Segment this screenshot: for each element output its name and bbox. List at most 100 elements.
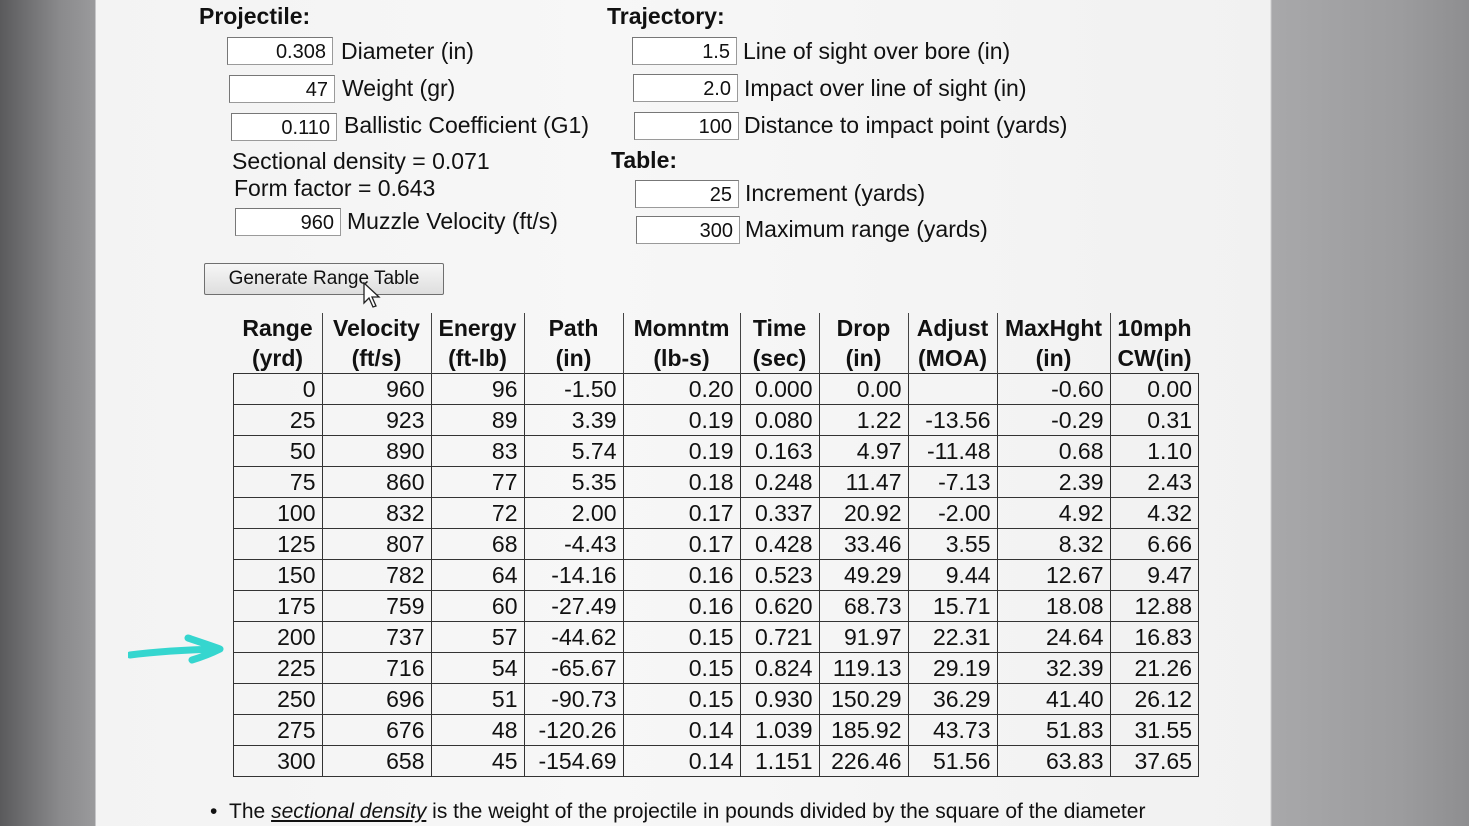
table-cell: 0.17 xyxy=(622,497,741,529)
table-row: 50 890 83 5.74 0.19 0.163 4.97 -11.48 0.68 1.10 xyxy=(233,435,1199,467)
column-header-unit: (lb-s) xyxy=(623,343,741,374)
ballistic-coefficient-input[interactable]: 0.110 xyxy=(231,113,337,141)
weight-input[interactable]: 47 xyxy=(229,75,335,103)
column-header: MaxHght xyxy=(997,313,1111,343)
table-cell: 0.20 xyxy=(622,373,741,405)
table-cell: 0.19 xyxy=(622,404,741,436)
table-cell: -120.26 xyxy=(523,714,624,746)
table-cell: 759 xyxy=(321,590,432,622)
column-header: 10mph xyxy=(1117,315,1192,341)
table-cell: 25 xyxy=(233,404,323,436)
table-cell: 0.930 xyxy=(739,683,820,715)
table-cell: 12.67 xyxy=(996,559,1111,591)
column-header-unit: (in) xyxy=(819,343,909,374)
table-row: 175 759 60 -27.49 0.16 0.620 68.73 15.71 18.08 12… xyxy=(233,590,1199,622)
table-cell: 26.12 xyxy=(1109,683,1199,715)
table-cell: -90.73 xyxy=(523,683,624,715)
table-cell: 49.29 xyxy=(818,559,909,591)
table-cell: -154.69 xyxy=(523,745,624,777)
table-cell: 89 xyxy=(430,404,525,436)
muzzle-velocity-input[interactable]: 960 xyxy=(235,208,341,236)
table-cell: 832 xyxy=(321,497,432,529)
table-row: 0 960 96 -1.50 0.20 0.000 0.00 -0.60 0.00 xyxy=(233,373,1199,405)
table-cell: 21.26 xyxy=(1109,652,1199,684)
generate-range-table-button[interactable]: Generate Range Table xyxy=(204,263,444,295)
table-cell: 275 xyxy=(233,714,323,746)
table-cell: 5.74 xyxy=(523,435,624,467)
table-cell: 0.68 xyxy=(996,435,1111,467)
table-cell: 57 xyxy=(430,621,525,653)
annotation-arrow-icon xyxy=(128,634,224,664)
table-settings-title: Table: xyxy=(611,147,678,173)
table-cell: 68 xyxy=(430,528,525,560)
table-cell: 0.15 xyxy=(622,683,741,715)
form-factor-readout: Form factor = 0.643 xyxy=(234,175,436,201)
table-cell: 60 xyxy=(430,590,525,622)
impact-over-los-input[interactable]: 2.0 xyxy=(633,74,738,102)
table-cell: 150.29 xyxy=(818,683,909,715)
table-cell: 32.39 xyxy=(996,652,1111,684)
table-cell: -7.13 xyxy=(907,466,998,498)
table-cell: 54 xyxy=(430,652,525,684)
table-cell: 0.523 xyxy=(739,559,820,591)
range-table-body: 0 960 96 -1.50 0.20 0.000 0.00 -0.60 0.00 25 923 89… xyxy=(233,373,1199,777)
table-cell: -2.00 xyxy=(907,497,998,529)
projectile-title: Projectile: xyxy=(199,3,311,29)
trajectory-title: Trajectory: xyxy=(607,3,725,29)
muzzle-velocity-label: Muzzle Velocity (ft/s) xyxy=(347,208,558,234)
column-header-unit: CW(in) xyxy=(1117,345,1192,371)
los-over-bore-input[interactable]: 1.5 xyxy=(632,37,737,65)
table-cell: 64 xyxy=(430,559,525,591)
table-cell: 696 xyxy=(321,683,432,715)
column-header-unit: (ft/s) xyxy=(322,343,432,374)
table-cell: 41.40 xyxy=(996,683,1111,715)
table-cell: 676 xyxy=(321,714,432,746)
table-cell: -27.49 xyxy=(523,590,624,622)
diameter-input[interactable]: 0.308 xyxy=(227,37,333,65)
table-cell: 658 xyxy=(321,745,432,777)
table-cell: 75 xyxy=(233,466,323,498)
table-cell: 72 xyxy=(430,497,525,529)
column-header-unit: (yrd) xyxy=(233,343,323,374)
table-cell: 4.92 xyxy=(996,497,1111,529)
distance-to-impact-input[interactable]: 100 xyxy=(634,112,739,140)
table-cell: 4.97 xyxy=(818,435,909,467)
table-cell: 0 xyxy=(233,373,323,405)
column-header: Path xyxy=(524,313,624,343)
sectional-density-readout: Sectional density = 0.071 xyxy=(232,148,490,174)
mouse-cursor-icon xyxy=(363,282,381,308)
table-cell: 0.080 xyxy=(739,404,820,436)
table-cell: 6.66 xyxy=(1109,528,1199,560)
table-cell: 960 xyxy=(321,373,432,405)
increment-input[interactable]: 25 xyxy=(635,180,739,208)
table-cell: -4.43 xyxy=(523,528,624,560)
table-cell: 923 xyxy=(321,404,432,436)
table-cell: 0.14 xyxy=(622,745,741,777)
table-cell: 150 xyxy=(233,559,323,591)
table-cell: 250 xyxy=(233,683,323,715)
footnote-term-link[interactable]: sectional density xyxy=(271,800,426,823)
table-cell: 45 xyxy=(430,745,525,777)
table-cell: 37.65 xyxy=(1109,745,1199,777)
los-over-bore-label: Line of sight over bore (in) xyxy=(743,38,1011,64)
table-cell: 0.16 xyxy=(622,559,741,591)
footnote: • The sectional density is the weight of… xyxy=(210,800,1145,824)
table-cell: 24.64 xyxy=(996,621,1111,653)
table-cell: -13.56 xyxy=(907,404,998,436)
table-cell: 200 xyxy=(233,621,323,653)
table-row: 200 737 57 -44.62 0.15 0.721 91.97 22.31 24.64 16… xyxy=(233,621,1199,653)
table-cell: 890 xyxy=(321,435,432,467)
column-header-unit: (MOA) xyxy=(908,343,998,374)
table-cell: 22.31 xyxy=(907,621,998,653)
table-cell: 8.32 xyxy=(996,528,1111,560)
table-cell: -1.50 xyxy=(523,373,624,405)
table-row: 100 832 72 2.00 0.17 0.337 20.92 -2.00 4.92 4.32 xyxy=(233,497,1199,529)
max-range-input[interactable]: 300 xyxy=(636,216,740,244)
table-cell: 300 xyxy=(233,745,323,777)
table-cell: 0.620 xyxy=(739,590,820,622)
table-cell: 0.337 xyxy=(739,497,820,529)
increment-label: Increment (yards) xyxy=(745,180,926,206)
table-cell: 737 xyxy=(321,621,432,653)
table-cell: 0.15 xyxy=(622,621,741,653)
table-cell: 0.428 xyxy=(739,528,820,560)
